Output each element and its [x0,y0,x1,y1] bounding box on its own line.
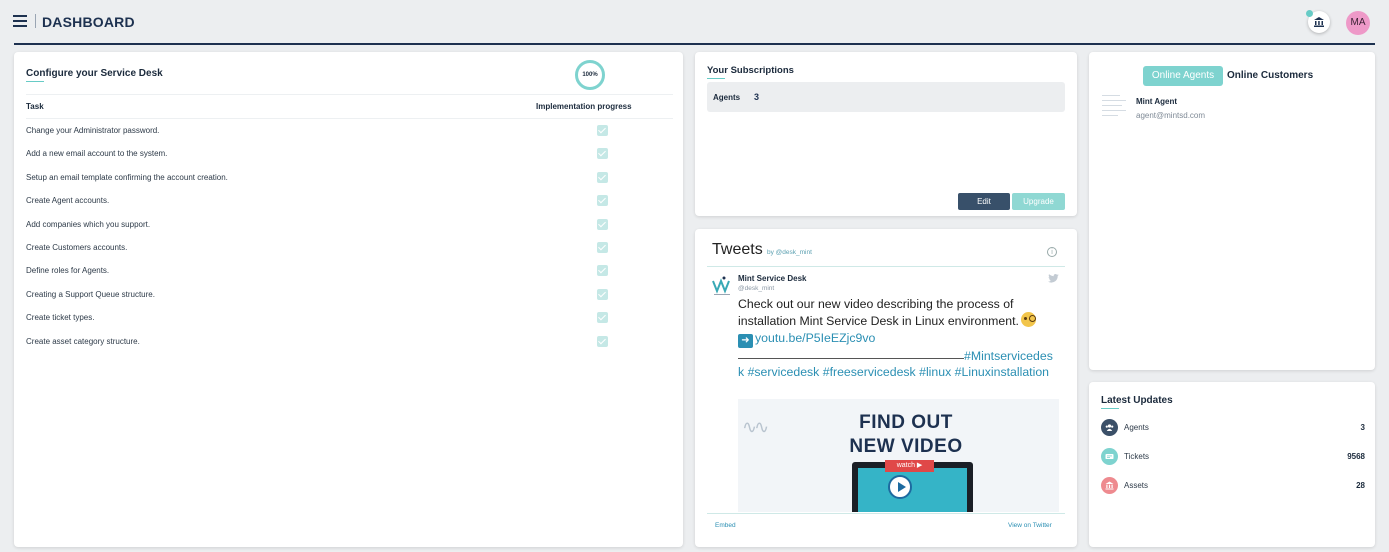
tab-online-agents[interactable]: Online Agents [1143,66,1223,86]
tweet-text: Check out our new video describing the p… [738,296,1056,380]
tweet-text-line: Check out our new video describing the p… [738,297,1014,311]
divider [35,14,36,28]
task-row: Create Agent accounts. [26,193,666,209]
video-headline: FIND OUT NEW VIDEO [841,411,971,459]
update-row-assets[interactable]: Assets 28 [1101,477,1365,495]
arrow-right-icon: ➜ [738,333,753,348]
update-count: 9568 [1347,452,1365,461]
task-row: Change your Administrator password. [26,123,666,139]
update-count: 28 [1356,481,1365,490]
latest-updates-card: Latest Updates Agents 3 Tickets 9568 Ass… [1089,382,1375,547]
tweets-by-link[interactable]: by @desk_mint [767,249,812,256]
tweet-text-line: installation Mint Service Desk in Linux … [738,314,1019,329]
configure-card: Configure your Service Desk 100% Task Im… [14,52,683,547]
divider [26,118,673,119]
subscription-row: Agents 3 [707,82,1065,112]
update-label: Tickets [1124,452,1150,461]
task-checkbox[interactable] [597,171,608,183]
tweets-card: Tweets by @desk_mint i Mint Service Desk… [695,229,1077,547]
task-label: Setup an email template confirming the a… [26,172,228,182]
video-headline-line: NEW VIDEO [849,436,963,457]
menu-icon[interactable] [13,15,27,27]
online-card: Online Agents Online Customers Mint Agen… [1089,52,1375,370]
task-label: Create Customers accounts. [26,243,128,252]
edit-button[interactable]: Edit [958,193,1010,210]
tweet-author-handle[interactable]: @desk_mint [738,285,774,292]
watch-badge: watch ▶ [885,460,934,472]
subscriptions-title: Your Subscriptions [707,65,794,79]
view-on-twitter-link[interactable]: View on Twitter [1008,522,1052,529]
embed-link[interactable]: Embed [715,522,736,529]
update-row-agents[interactable]: Agents 3 [1101,419,1365,437]
tweet-hashtags[interactable]: #Mintservicedes [964,349,1053,363]
task-row: Add a new email account to the system. [26,146,666,162]
tweet-video-thumbnail[interactable]: ∿∿ FIND OUT NEW VIDEO watch ▶ [738,399,1059,512]
top-bar: DASHBOARD MA [0,0,1389,45]
task-label: Define roles for Agents. [26,266,110,276]
task-checkbox[interactable] [597,125,608,136]
upgrade-button[interactable]: Upgrade [1012,193,1065,210]
task-label: Create ticket types. [26,313,95,323]
twitter-bird-icon[interactable] [1048,274,1059,283]
divider [707,513,1065,514]
tweet-hashtags[interactable]: k #servicedesk #freeservicedesk #linux #… [738,364,1056,380]
header-rule [14,43,1375,45]
task-checkbox[interactable] [597,218,608,230]
update-count: 3 [1360,423,1365,432]
page-title: DASHBOARD [42,14,135,30]
tweet-video-link[interactable]: youtu.be/P5IeEZjc9vo [755,331,875,345]
ticket-icon [1101,448,1118,465]
agent-email: agent@mintsd.com [1136,111,1206,120]
task-row: Create ticket types. [26,310,666,326]
task-checkbox[interactable] [597,288,608,300]
underline-rule [738,348,964,359]
wave-graphic: ∿∿ [742,417,769,437]
task-checkbox[interactable] [597,195,608,207]
task-label: Add companies which you support. [26,219,151,229]
task-label: Create asset category structure. [26,336,140,346]
task-label: Add a new email account to the system. [26,149,168,159]
tab-online-customers[interactable]: Online Customers [1227,70,1313,81]
agent-name: Mint Agent [1136,97,1178,106]
agents-label: Agents [713,93,741,102]
divider [26,94,673,95]
task-row: Define roles for Agents. [26,263,666,279]
configure-title: Configure your Service Desk [26,68,163,82]
latest-updates-title: Latest Updates [1101,395,1173,409]
task-row: Create asset category structure. [26,334,666,350]
subscriptions-card: Your Subscriptions Agents 3 Edit Upgrade [695,52,1077,216]
task-label: Creating a Support Queue structure. [26,289,155,299]
update-label: Assets [1124,481,1149,490]
agents-count: 3 [754,92,760,102]
tweet-author-name[interactable]: Mint Service Desk [738,274,806,283]
task-checkbox[interactable] [597,265,608,277]
task-row: Add companies which you support. [26,217,666,233]
people-icon [1101,419,1118,436]
progress-ring: 100% [575,60,605,90]
emoji-icon [1020,312,1036,328]
user-avatar[interactable]: MA [1346,11,1370,35]
task-row: Setup an email template confirming the a… [26,170,666,186]
task-label: Create Agent accounts. [26,196,110,206]
info-icon[interactable]: i [1047,247,1057,257]
task-checkbox[interactable] [597,312,608,324]
mint-logo-icon[interactable] [712,275,736,297]
divider [707,266,1065,267]
task-checkbox[interactable] [597,148,608,160]
update-label: Agents [1124,423,1149,432]
building-icon [1101,477,1118,494]
tweets-title: Tweets [712,241,763,258]
task-label: Change your Administrator password. [26,126,160,135]
notification-dot [1306,10,1313,17]
task-row: Creating a Support Queue structure. [26,287,666,303]
task-row: Create Customers accounts. [26,240,666,256]
task-checkbox[interactable] [597,242,608,253]
column-header-task: Task [26,102,44,111]
play-icon[interactable] [888,475,912,499]
update-row-tickets[interactable]: Tickets 9568 [1101,448,1365,466]
task-checkbox[interactable] [597,335,608,347]
column-header-progress: Implementation progress [536,102,632,111]
agent-avatar [1100,91,1128,121]
video-headline-line: FIND OUT [859,412,953,433]
